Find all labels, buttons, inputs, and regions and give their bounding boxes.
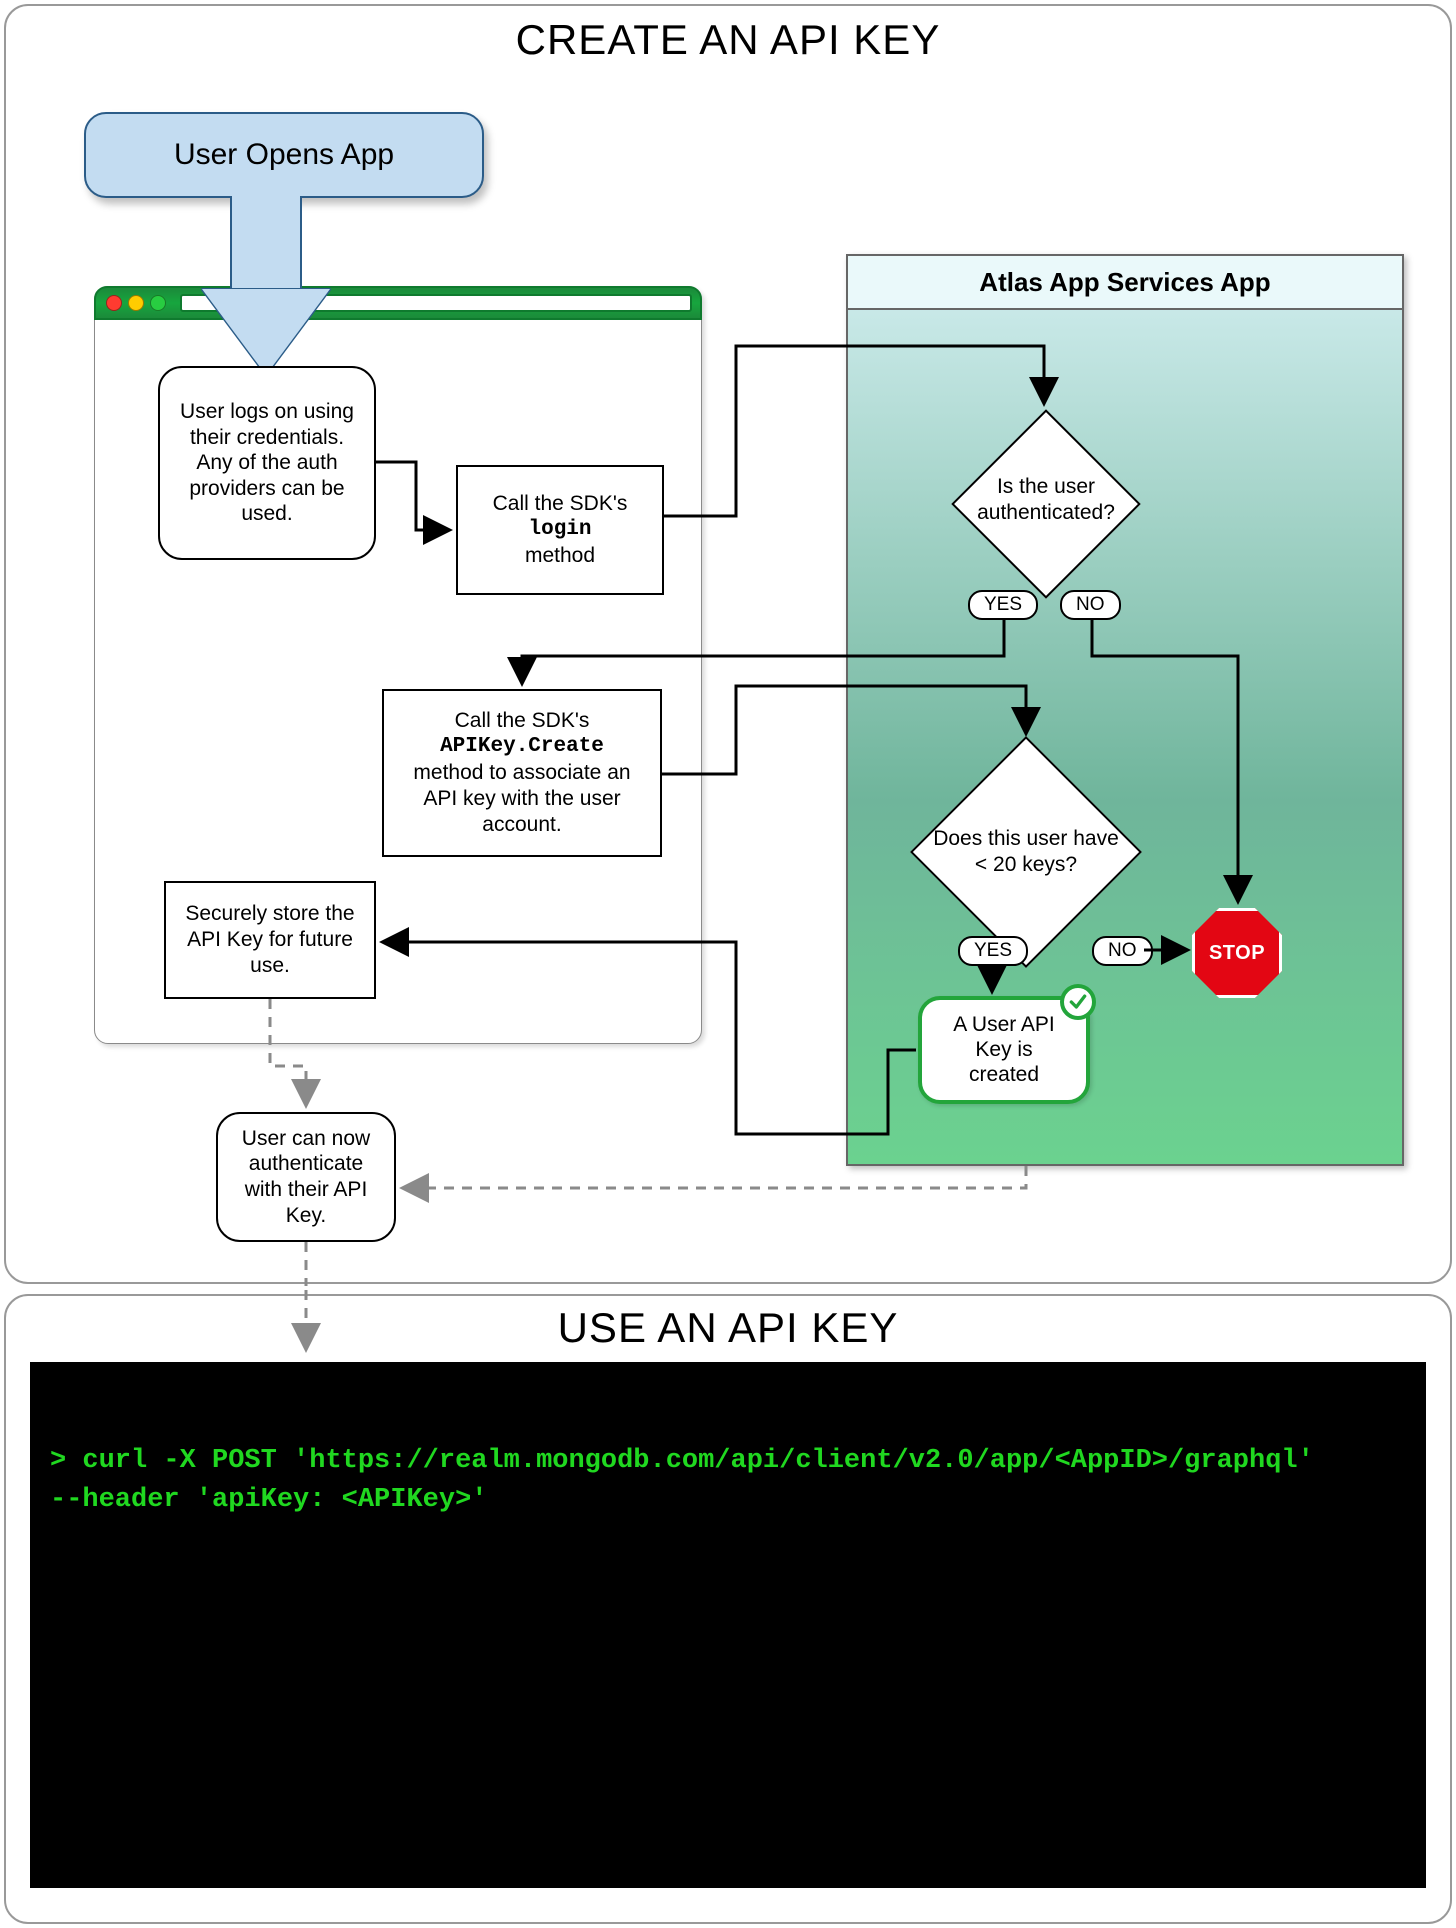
terminal-line-2: --header 'apiKey: <APIKey>' — [50, 1485, 487, 1515]
text-call-create-mono: APIKey.Create — [440, 734, 604, 760]
atlas-panel-title: Atlas App Services App — [848, 256, 1402, 310]
decision-is-auth-text: Is the user authenticated? — [977, 475, 1115, 524]
start-node-user-opens-app: User Opens App — [84, 112, 484, 198]
text-store-key: Securely store the API Key for future us… — [180, 901, 360, 979]
traffic-light-close-icon — [106, 295, 122, 311]
step-call-sdk-login: Call the SDK's login method — [456, 465, 664, 595]
branch-label-no-auth: NO — [1060, 590, 1121, 620]
step-user-can-authenticate: User can now authenticate with their API… — [216, 1112, 396, 1242]
text-can-auth: User can now authenticate with their API… — [230, 1126, 382, 1228]
decision-is-user-authenticated: Is the user authenticated? — [946, 404, 1146, 604]
section-title-use: USE AN API KEY — [6, 1296, 1450, 1352]
section-title-create: CREATE AN API KEY — [6, 8, 1450, 64]
stop-label: STOP — [1209, 942, 1265, 965]
step-call-apikey-create: Call the SDK's APIKey.Create method to a… — [382, 689, 662, 857]
start-arrow-stem — [230, 196, 302, 291]
start-node-label: User Opens App — [174, 138, 394, 172]
terminal-output: > curl -X POST 'https://realm.mongodb.co… — [30, 1362, 1426, 1888]
stop-node: STOP — [1192, 908, 1282, 998]
branch-label-no-keys: NO — [1092, 936, 1153, 966]
step-store-api-key: Securely store the API Key for future us… — [164, 881, 376, 999]
use-api-key-section: USE AN API KEY > curl -X POST 'https://r… — [4, 1294, 1452, 1924]
branch-label-yes-auth: YES — [968, 590, 1038, 620]
text-call-create-post: method to associate an API key with the … — [398, 760, 646, 838]
decision-under-20-text: Does this user have < 20 keys? — [933, 827, 1119, 876]
start-arrow-head-icon — [202, 289, 330, 375]
create-api-key-section: CREATE AN API KEY User Opens App Atlas A… — [4, 4, 1452, 1284]
text-call-login-post: method — [525, 543, 595, 569]
traffic-light-zoom-icon — [150, 295, 166, 311]
text-call-login-mono: login — [528, 517, 591, 543]
check-icon — [1060, 984, 1096, 1020]
text-call-login-pre: Call the SDK's — [493, 491, 628, 517]
text-call-create-pre: Call the SDK's — [455, 708, 590, 734]
browser-titlebar — [94, 286, 702, 320]
result-created-text: A User API Key is created — [953, 1013, 1055, 1086]
step-user-logs-on: User logs on using their credentials. An… — [158, 366, 376, 560]
traffic-light-minimize-icon — [128, 295, 144, 311]
step-user-logs-on-text: User logs on using their credentials. An… — [172, 399, 362, 527]
branch-label-yes-keys: YES — [958, 936, 1028, 966]
terminal-line-1: > curl -X POST 'https://realm.mongodb.co… — [50, 1446, 1314, 1476]
